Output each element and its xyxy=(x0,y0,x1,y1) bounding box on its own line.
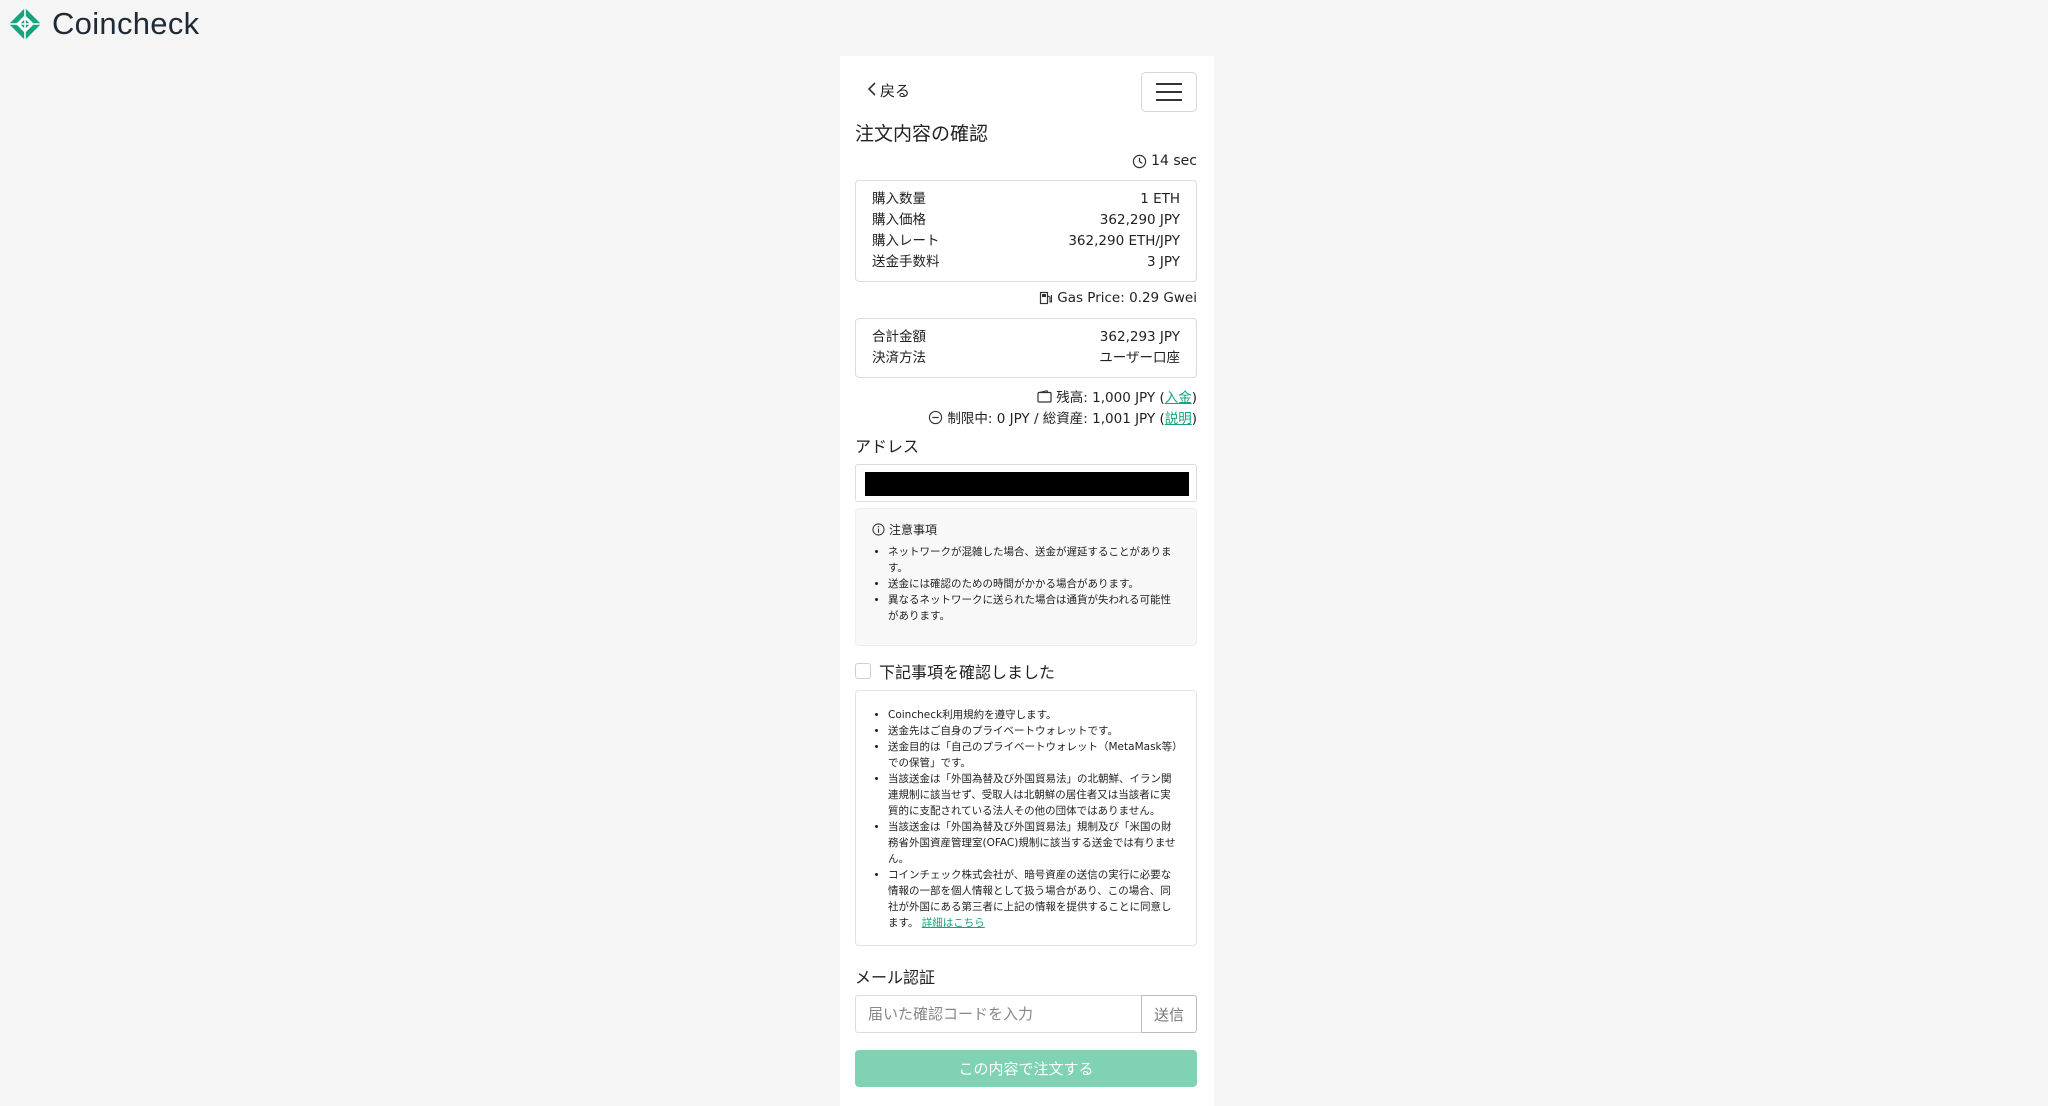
confirm-row[interactable]: 下記事項を確認しました xyxy=(855,659,1055,683)
list-item: 異なるネットワークに送られた場合は通貨が失われる可能性があります。 xyxy=(888,592,1180,624)
list-item: ネットワークが混雑した場合、送金が遅延することがあります。 xyxy=(888,544,1180,576)
info-icon xyxy=(872,523,885,536)
order-details-card: 購入数量 1 ETH 購入価格 362,290 JPY 購入レート 362,29… xyxy=(855,180,1197,282)
place-order-button[interactable]: この内容で注文する xyxy=(855,1050,1197,1087)
hamburger-icon-line xyxy=(1156,99,1182,101)
details-link[interactable]: 詳細はこちら xyxy=(922,917,985,929)
summary-value: 362,293 JPY xyxy=(1099,329,1180,345)
email-auth-label: メール認証 xyxy=(855,968,936,987)
detail-value: 362,290 ETH/JPY xyxy=(1068,233,1180,249)
detail-row: 送金手数料 3 JPY xyxy=(872,252,1180,273)
balance-info: 残高: 1,000 JPY (入金) xyxy=(1037,386,1197,406)
explanation-link[interactable]: 説明 xyxy=(1165,411,1192,427)
wallet-icon xyxy=(1037,389,1052,403)
summary-card: 合計金額 362,293 JPY 決済方法 ユーザー口座 xyxy=(855,318,1197,378)
terms-box: Coincheck利用規約を遵守します。 送金先はご自身のプライベートウォレット… xyxy=(855,690,1197,946)
detail-row: 購入レート 362,290 ETH/JPY xyxy=(872,231,1180,252)
summary-label: 決済方法 xyxy=(872,350,926,366)
notice-box: 注意事項 ネットワークが混雑した場合、送金が遅延することがあります。 送金には確… xyxy=(855,508,1197,646)
gas-price: Gas Price: 0.29 Gwei xyxy=(1039,290,1197,306)
back-label: 戻る xyxy=(880,82,911,100)
detail-label: 購入レート xyxy=(872,233,940,249)
detail-label: 購入価格 xyxy=(872,212,926,228)
list-item: 送金には確認のための時間がかかる場合があります。 xyxy=(888,576,1180,592)
countdown-timer: 14 sec xyxy=(1132,153,1197,169)
logo-text: Coincheck xyxy=(52,6,200,41)
page-title: 注文内容の確認 xyxy=(855,123,989,145)
list-item: 送金先はご自身のプライベートウォレットです。 xyxy=(888,723,1180,739)
coincheck-logo-icon xyxy=(9,8,41,40)
notice-header: 注意事項 xyxy=(872,521,1180,538)
detail-value: 3 JPY xyxy=(1147,254,1180,270)
limit-text: 制限中: 0 JPY / 総資産: 1,001 JPY (説明) xyxy=(947,411,1197,427)
list-item: 当該送金は「外国為替及び外国貿易法」の北朝鮮、イラン関連規制に該当せず、受取人は… xyxy=(888,771,1180,819)
list-item: 送金目的は「自己のプライベートウォレット（MetaMask等）での保管」です。 xyxy=(888,739,1180,771)
order-confirm-panel: 戻る 注文内容の確認 14 sec 購入数量 1 ETH 購入価格 362,29… xyxy=(840,56,1214,1106)
gas-price-text: Gas Price: 0.29 Gwei xyxy=(1057,290,1197,306)
address-box xyxy=(855,464,1197,502)
summary-value: ユーザー口座 xyxy=(1099,350,1180,366)
summary-row: 決済方法 ユーザー口座 xyxy=(872,348,1180,369)
notice-title: 注意事項 xyxy=(889,523,938,537)
gas-pump-icon xyxy=(1040,291,1053,305)
balance-text: 残高: 1,000 JPY (入金) xyxy=(1056,390,1197,406)
menu-button[interactable] xyxy=(1141,72,1197,112)
summary-row: 合計金額 362,293 JPY xyxy=(872,327,1180,348)
coincheck-logo[interactable]: Coincheck xyxy=(8,6,199,42)
terms-list: Coincheck利用規約を遵守します。 送金先はご自身のプライベートウォレット… xyxy=(872,707,1180,931)
hamburger-icon xyxy=(1156,83,1182,85)
confirm-checkbox[interactable] xyxy=(855,663,871,679)
deposit-link[interactable]: 入金 xyxy=(1165,390,1192,406)
top-bar: 戻る xyxy=(855,72,1197,112)
hamburger-icon-line xyxy=(1156,91,1182,93)
detail-label: 送金手数料 xyxy=(872,254,940,270)
list-item: Coincheck利用規約を遵守します。 xyxy=(888,707,1180,723)
detail-row: 購入数量 1 ETH xyxy=(872,189,1180,210)
redacted-address xyxy=(865,472,1189,496)
back-link[interactable]: 戻る xyxy=(867,80,910,101)
detail-value: 1 ETH xyxy=(1140,191,1180,207)
minus-circle-icon xyxy=(929,410,943,424)
detail-value: 362,290 JPY xyxy=(1099,212,1180,228)
notice-list: ネットワークが混雑した場合、送金が遅延することがあります。 送金には確認のための… xyxy=(872,544,1180,624)
confirm-label[interactable]: 下記事項を確認しました xyxy=(879,659,1055,683)
timer-text: 14 sec xyxy=(1151,153,1197,169)
detail-row: 購入価格 362,290 JPY xyxy=(872,210,1180,231)
clock-icon xyxy=(1132,154,1147,168)
summary-label: 合計金額 xyxy=(872,329,926,345)
detail-label: 購入数量 xyxy=(872,191,926,207)
verification-code-input[interactable] xyxy=(855,995,1141,1033)
list-item: コインチェック株式会社が、暗号資産の送信の実行に必要な情報の一部を個人情報として… xyxy=(888,867,1180,931)
chevron-left-icon xyxy=(867,81,877,100)
send-code-button[interactable]: 送信 xyxy=(1141,995,1197,1033)
limit-info: 制限中: 0 JPY / 総資産: 1,001 JPY (説明) xyxy=(928,407,1197,427)
address-label: アドレス xyxy=(855,437,920,456)
list-item: 当該送金は「外国為替及び外国貿易法」規制及び「米国の財務省外国資産管理室(OFA… xyxy=(888,819,1180,867)
